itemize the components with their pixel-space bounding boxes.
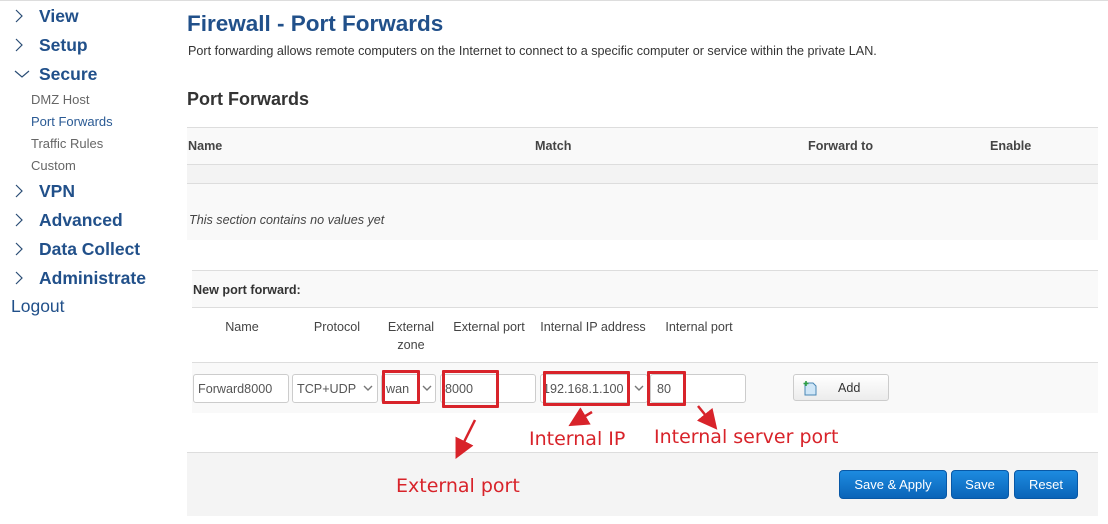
col-header-name: Name: [188, 139, 223, 153]
sidebar-item-secure[interactable]: Secure: [14, 63, 97, 85]
col-label-internal-ip: Internal IP address: [540, 320, 646, 334]
sidebar-item-administrate[interactable]: Administrate: [14, 267, 146, 289]
col-label-external-zone: External zone: [387, 320, 435, 352]
name-input-value: Forward8000: [198, 381, 273, 396]
port-forwards-table-header: Name Match Forward to Enable: [187, 127, 1098, 165]
logout-link[interactable]: Logout: [11, 296, 65, 317]
highlight-external-port: [442, 370, 499, 408]
name-input[interactable]: Forward8000: [193, 374, 289, 403]
highlight-internal-port: [647, 371, 686, 406]
sidebar-item-view[interactable]: View: [14, 5, 79, 27]
table-empty-body: [187, 184, 1098, 240]
col-header-match: Match: [535, 139, 572, 153]
sidebar-item-vpn[interactable]: VPN: [14, 180, 75, 202]
col-label-external-port: External port: [453, 320, 525, 334]
chevron-right-icon: [14, 271, 38, 285]
table-spacer-row: [187, 165, 1098, 184]
save-apply-button[interactable]: Save & Apply: [839, 470, 947, 499]
chevron-right-icon: [14, 213, 38, 227]
chevron-right-icon: [14, 38, 38, 52]
sidebar-item-label: Administrate: [39, 267, 146, 288]
sidebar-item-label: Advanced: [39, 209, 123, 230]
arrow-internal-ip: [568, 407, 593, 427]
sidebar-sub-traffic-rules[interactable]: Traffic Rules: [31, 136, 103, 151]
page-description: Port forwarding allows remote computers …: [188, 44, 877, 58]
highlight-internal-ip: [543, 371, 630, 406]
col-header-enable: Enable: [990, 139, 1032, 153]
new-forward-column-headers: Name Protocol External zone External port…: [192, 308, 1098, 363]
col-label-internal-port: Internal port: [665, 320, 733, 334]
annotation-internal-server-port: Internal server port: [654, 426, 839, 448]
sidebar-item-advanced[interactable]: Advanced: [14, 209, 123, 231]
empty-message: This section contains no values yet: [189, 213, 385, 227]
sidebar-sub-custom[interactable]: Custom: [31, 158, 76, 173]
annotation-external-port: External port: [396, 475, 520, 497]
footer-actions: Save & Apply Save Reset: [187, 452, 1098, 516]
new-forward-input-row: Forward8000 TCP+UDP wan 8000 192.168.1.1…: [192, 363, 1098, 413]
col-label-protocol: Protocol: [313, 320, 361, 334]
add-button-label: Add: [838, 380, 861, 395]
reset-button[interactable]: Reset: [1014, 470, 1078, 499]
sidebar-item-label: View: [39, 5, 79, 26]
sidebar-item-label: Data Collect: [39, 238, 141, 259]
highlight-external-zone: [382, 370, 420, 404]
sidebar-sub-dmz-host[interactable]: DMZ Host: [31, 92, 90, 107]
arrow-external-port: [455, 419, 477, 459]
page-title: Firewall - Port Forwards: [187, 11, 444, 36]
col-label-name: Name: [225, 320, 259, 334]
section-title: Port Forwards: [187, 89, 310, 109]
chevron-down-icon: [363, 383, 373, 393]
protocol-select-value: TCP+UDP: [297, 381, 357, 396]
new-port-forward-title: New port forward:: [193, 283, 301, 297]
sidebar-item-label: VPN: [39, 180, 75, 201]
protocol-select[interactable]: TCP+UDP: [292, 374, 378, 403]
col-header-forward-to: Forward to: [808, 139, 874, 153]
add-button[interactable]: Add: [793, 374, 889, 401]
sidebar-item-label: Setup: [39, 34, 88, 55]
chevron-down-icon: [14, 69, 38, 79]
chevron-right-icon: [14, 242, 38, 256]
add-document-icon: [803, 380, 817, 395]
chevron-down-icon: [422, 383, 432, 393]
sidebar-item-label: Secure: [39, 63, 98, 84]
chevron-down-icon: [634, 383, 644, 393]
sidebar-sub-port-forwards[interactable]: Port Forwards: [31, 114, 113, 129]
annotation-internal-ip: Internal IP: [529, 428, 626, 450]
sidebar-item-setup[interactable]: Setup: [14, 34, 88, 56]
save-button[interactable]: Save: [951, 470, 1009, 499]
top-border: [0, 0, 1108, 1]
chevron-right-icon: [14, 184, 38, 198]
chevron-right-icon: [14, 9, 38, 23]
new-port-forward-header: New port forward:: [192, 270, 1098, 308]
sidebar-item-data-collect[interactable]: Data Collect: [14, 238, 140, 260]
